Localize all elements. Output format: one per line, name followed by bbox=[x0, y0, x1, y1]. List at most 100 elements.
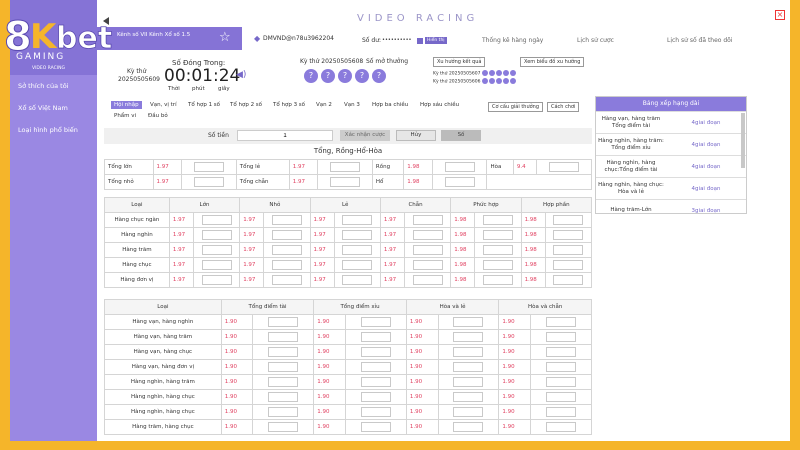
bet-amount-input[interactable] bbox=[360, 422, 391, 432]
bet-amount-input[interactable] bbox=[360, 392, 391, 402]
tab-hop-sau-chieu[interactable]: Hợp sáu chiều bbox=[420, 102, 459, 108]
panel-scrollbar[interactable] bbox=[741, 113, 745, 168]
tab-to-hop-2[interactable]: Tổ hợp 2 số bbox=[230, 102, 262, 108]
sidebar-item-vn-lottery[interactable]: Xổ số Việt Nam bbox=[18, 104, 68, 112]
tab-hoi-nhap[interactable]: Hội nhập bbox=[111, 101, 142, 109]
bet-amount-input[interactable] bbox=[482, 260, 513, 270]
tab-to-hop-3[interactable]: Tổ hợp 3 số bbox=[273, 102, 305, 108]
link-daily-stats[interactable]: Thống kê hàng ngày bbox=[482, 37, 543, 44]
bet-amount-input[interactable] bbox=[193, 162, 224, 172]
bet-amount-input[interactable] bbox=[342, 245, 373, 255]
tab-van-3[interactable]: Vạn 3 bbox=[344, 102, 360, 108]
show-balance-button[interactable]: Hiển thị bbox=[425, 37, 447, 44]
bet-amount-input[interactable] bbox=[268, 332, 299, 342]
bet-amount-input[interactable] bbox=[330, 177, 361, 187]
bet-amount-input[interactable] bbox=[453, 377, 484, 387]
bet-amount-input[interactable] bbox=[549, 162, 580, 172]
bet-amount-input[interactable] bbox=[412, 245, 443, 255]
confirm-bet-button[interactable]: Xác nhận cược bbox=[340, 130, 390, 141]
bet-amount-input[interactable] bbox=[553, 260, 584, 270]
bet-amount-input[interactable] bbox=[553, 215, 584, 225]
bet-amount-input[interactable] bbox=[268, 317, 299, 327]
bet-amount-input[interactable] bbox=[482, 275, 513, 285]
bet-amount-input[interactable] bbox=[342, 230, 373, 240]
cancel-button[interactable]: Hủy bbox=[396, 130, 436, 141]
sidebar-item-favorites[interactable]: Sở thích của tôi bbox=[18, 82, 68, 90]
number-button[interactable]: Số bbox=[441, 130, 481, 141]
bet-amount-input[interactable] bbox=[271, 245, 302, 255]
bet-amount-input[interactable] bbox=[546, 347, 577, 357]
link-bet-history[interactable]: Lịch sử cược bbox=[577, 37, 614, 44]
bet-amount-input[interactable] bbox=[453, 407, 484, 417]
bet-amount-input[interactable] bbox=[412, 260, 443, 270]
bet-amount-input[interactable] bbox=[360, 332, 391, 342]
bet-amount-input[interactable] bbox=[360, 377, 391, 387]
bet-amount-input[interactable] bbox=[453, 422, 484, 432]
bet-amount-input[interactable] bbox=[268, 407, 299, 417]
tab-dau-bo[interactable]: Đầu bỏ bbox=[148, 113, 168, 119]
amount-input[interactable] bbox=[237, 130, 333, 141]
bet-amount-input[interactable] bbox=[193, 177, 224, 187]
tab-pham-vi[interactable]: Phẩm vi bbox=[114, 113, 136, 119]
bet-amount-input[interactable] bbox=[201, 215, 232, 225]
bet-amount-input[interactable] bbox=[330, 162, 361, 172]
bet-amount-input[interactable] bbox=[268, 392, 299, 402]
bet-amount-input[interactable] bbox=[482, 245, 513, 255]
bet-amount-input[interactable] bbox=[453, 317, 484, 327]
bet-amount-input[interactable] bbox=[546, 407, 577, 417]
bet-amount-input[interactable] bbox=[201, 275, 232, 285]
bet-amount-input[interactable] bbox=[201, 260, 232, 270]
bet-amount-input[interactable] bbox=[412, 275, 443, 285]
close-icon[interactable]: × bbox=[775, 10, 785, 20]
bet-amount-input[interactable] bbox=[201, 245, 232, 255]
bet-amount-input[interactable] bbox=[360, 317, 391, 327]
bet-amount-input[interactable] bbox=[271, 230, 302, 240]
tab-van-vi-tri[interactable]: Vạn, vị trí bbox=[150, 102, 177, 108]
bet-amount-input[interactable] bbox=[268, 362, 299, 372]
sound-icon[interactable]: ◀) bbox=[236, 70, 246, 80]
bet-amount-input[interactable] bbox=[268, 422, 299, 432]
bet-amount-input[interactable] bbox=[546, 332, 577, 342]
bet-amount-input[interactable] bbox=[342, 260, 373, 270]
bet-amount-input[interactable] bbox=[342, 215, 373, 225]
prize-structure-button[interactable]: Cơ cấu giải thưởng bbox=[488, 102, 544, 112]
bet-amount-input[interactable] bbox=[444, 177, 475, 187]
bet-amount-input[interactable] bbox=[453, 362, 484, 372]
bet-amount-input[interactable] bbox=[453, 347, 484, 357]
trend-result-button[interactable]: Xu hướng kết quả bbox=[433, 57, 486, 67]
bet-amount-input[interactable] bbox=[360, 407, 391, 417]
chevron-down-icon[interactable] bbox=[417, 38, 423, 44]
bet-amount-input[interactable] bbox=[482, 230, 513, 240]
bet-amount-input[interactable] bbox=[360, 347, 391, 357]
bet-amount-input[interactable] bbox=[546, 392, 577, 402]
star-icon[interactable]: ☆ bbox=[219, 31, 231, 44]
bet-amount-input[interactable] bbox=[412, 230, 443, 240]
tab-van-2[interactable]: Vạn 2 bbox=[316, 102, 332, 108]
sidebar-item-popular[interactable]: Loại hình phổ biến bbox=[18, 126, 78, 134]
bet-amount-input[interactable] bbox=[271, 275, 302, 285]
bet-amount-input[interactable] bbox=[553, 245, 584, 255]
bet-amount-input[interactable] bbox=[553, 275, 584, 285]
bet-amount-input[interactable] bbox=[268, 347, 299, 357]
bet-amount-input[interactable] bbox=[546, 422, 577, 432]
bet-amount-input[interactable] bbox=[453, 332, 484, 342]
bet-amount-input[interactable] bbox=[271, 260, 302, 270]
bet-amount-input[interactable] bbox=[482, 215, 513, 225]
bet-amount-input[interactable] bbox=[271, 215, 302, 225]
bet-amount-input[interactable] bbox=[553, 230, 584, 240]
trend-chart-button[interactable]: Xem biểu đồ xu hướng bbox=[520, 57, 585, 67]
bet-amount-input[interactable] bbox=[453, 392, 484, 402]
bet-amount-input[interactable] bbox=[546, 317, 577, 327]
bet-amount-input[interactable] bbox=[360, 362, 391, 372]
link-followed-history[interactable]: Lịch sử số đã theo dõi bbox=[667, 37, 733, 44]
tab-hop-ba-chieu[interactable]: Hợp ba chiều bbox=[372, 102, 408, 108]
bet-amount-input[interactable] bbox=[444, 162, 475, 172]
bet-amount-input[interactable] bbox=[201, 230, 232, 240]
tab-to-hop-1[interactable]: Tổ hợp 1 số bbox=[188, 102, 220, 108]
bet-amount-input[interactable] bbox=[546, 362, 577, 372]
bet-amount-input[interactable] bbox=[268, 377, 299, 387]
bet-amount-input[interactable] bbox=[546, 377, 577, 387]
bet-amount-input[interactable] bbox=[342, 275, 373, 285]
bet-amount-input[interactable] bbox=[412, 215, 443, 225]
how-to-play-button[interactable]: Cách chơi bbox=[547, 102, 580, 112]
